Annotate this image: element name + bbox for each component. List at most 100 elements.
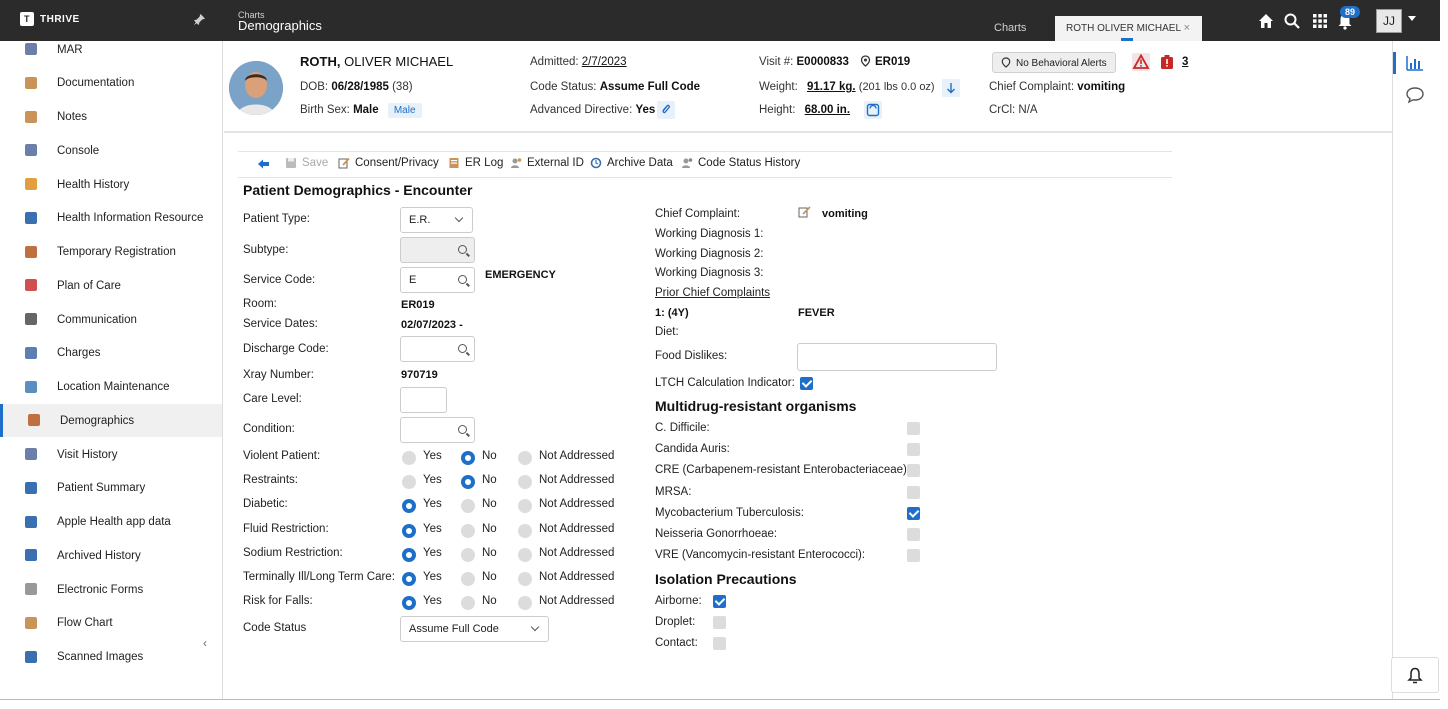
warning-icon[interactable] [1132,53,1150,71]
patient-first-names: OLIVER MICHAEL [344,54,454,69]
search-icon[interactable] [1283,12,1301,30]
radio-option-label: No [482,498,497,511]
sidebar-item-health-information-resource[interactable]: Health Information Resource [0,202,222,235]
diabetic-radio-yes[interactable] [402,499,416,514]
diabetic-radio-no[interactable] [461,499,475,514]
paperclip-icon[interactable] [657,101,675,119]
alert-count[interactable]: 3 [1182,56,1188,68]
sodium-restriction-radio-no[interactable] [461,547,475,562]
terminally-ill-long-term-care-radio-yes[interactable] [402,572,416,586]
sidebar-item-health-history[interactable]: Health History [0,168,222,201]
patient-type-select[interactable]: E.R. [400,207,473,233]
mdro-checkbox-mycobacterium-tuberculosis[interactable] [907,506,920,520]
sodium-restriction-radio-not-addressed[interactable] [518,547,532,562]
subtype-input[interactable] [400,237,475,263]
risk-for-falls-radio-yes[interactable] [402,596,416,611]
terminally-ill-long-term-care-radio-not-addressed[interactable] [518,572,532,586]
isolation-checkbox-droplet[interactable] [713,616,726,629]
restraints-radio-no[interactable] [461,475,475,490]
close-icon[interactable]: × [1184,22,1190,34]
sidebar-item-temporary-registration[interactable]: Temporary Registration [0,236,222,269]
fluid-restriction-radio-not-addressed[interactable] [518,523,532,538]
service-code-input[interactable]: E [400,267,475,293]
tab-charts[interactable]: Charts [994,22,1026,34]
edit-icon[interactable] [798,206,811,218]
height-value[interactable]: 68.00 in. [805,104,850,116]
behavioral-alerts-button[interactable]: No Behavioral Alerts [992,52,1116,73]
code-status-history-button[interactable]: Code Status History [681,157,800,169]
mdro-checkbox-cre-carbapenem-resistant-enterobacteriaceae[interactable] [907,464,920,478]
condition-input[interactable] [400,417,475,443]
prior-chief-complaints-link[interactable]: Prior Chief Complaints [655,287,770,299]
mdro-checkbox-c-difficile[interactable] [907,422,920,435]
code-status-select[interactable]: Assume Full Code [400,616,549,642]
patient-type-value: E.R. [409,214,431,226]
sidebar-item-visit-history[interactable]: Visit History [0,438,222,471]
terminally-ill-long-term-care-radio-no[interactable] [461,572,475,586]
sidebar-item-communication[interactable]: Communication [0,303,222,336]
sidebar-item-console[interactable]: Console [0,134,222,167]
violent-patient-radio-no[interactable] [461,451,475,465]
sidebar-item-flow-chart[interactable]: Flow Chart [0,607,222,640]
fluid-restriction-radio-no[interactable] [461,523,475,538]
mdro-label: Neisseria Gonorrhoeae: [655,528,778,540]
user-menu-chevron-icon[interactable] [1408,16,1416,21]
external-id-button[interactable]: External ID [510,157,584,169]
er-log-button[interactable]: ER Log [448,157,503,169]
sidebar-item-plan-of-care[interactable]: Plan of Care [0,269,222,302]
diabetic-radio-not-addressed[interactable] [518,499,532,514]
sodium-restriction-radio-yes[interactable] [402,547,416,562]
sidebar-item-archived-history[interactable]: Archived History [0,539,222,572]
tab-patient[interactable]: ROTH OLIVER MICHAEL × [1055,16,1202,41]
sidebar-item-location-maintenance[interactable]: Location Maintenance [0,371,222,404]
care-level-input[interactable] [400,387,447,413]
admitted-date[interactable]: 2/7/2023 [582,56,627,68]
archive-data-button[interactable]: Archive Data [590,157,673,169]
violent-patient-radio-yes[interactable] [402,451,416,465]
flow-chart-icon [25,616,37,629]
mdro-checkbox-candida-auris[interactable] [907,443,920,457]
sidebar-item-electronic-forms[interactable]: Electronic Forms [0,573,222,606]
isolation-checkbox-airborne[interactable] [713,595,726,608]
risk-for-falls-radio-no[interactable] [461,596,475,611]
pin-icon[interactable] [193,13,206,26]
apps-grid-icon[interactable] [1311,12,1329,30]
radio-option-label: Not Addressed [539,571,615,583]
sidebar-collapse-icon[interactable]: ‹ [203,636,207,650]
scale-icon[interactable] [864,101,882,119]
back-arrow-icon[interactable] [257,158,270,170]
food-dislikes-input[interactable] [797,343,997,371]
allergy-icon[interactable] [1160,54,1174,70]
sidebar-item-charges[interactable]: Charges [0,337,222,370]
mdro-checkbox-vre-vancomycin-resistant-enterococci[interactable] [907,549,920,563]
user-avatar[interactable]: JJ [1376,9,1402,33]
radio-option-label: Yes [423,546,442,559]
mdro-checkbox-mrsa[interactable] [907,485,920,499]
save-button[interactable]: Save [285,157,328,169]
sidebar-item-apple-health-app-data[interactable]: Apple Health app data [0,506,222,539]
sidebar-item-mar[interactable]: MAR [0,41,222,66]
ltch-checkbox[interactable] [800,377,813,390]
violent-patient-radio-not-addressed[interactable] [518,451,532,465]
sidebar-item-scanned-images[interactable]: Scanned Images [0,641,222,674]
sidebar-item-demographics[interactable]: Demographics [0,404,222,438]
analytics-icon[interactable] [1406,55,1424,71]
restraints-radio-not-addressed[interactable] [518,475,532,490]
arrow-down-icon[interactable] [942,79,960,97]
restraints-radio-yes[interactable] [402,475,416,490]
sidebar-item-notes[interactable]: Notes [0,101,222,134]
weight-value[interactable]: 91.17 kg. [807,81,856,93]
fluid-restriction-radio-yes[interactable] [402,523,416,538]
home-icon[interactable] [1257,12,1275,30]
brand-logo[interactable]: T THRIVE [20,12,80,26]
mdro-checkbox-neisseria-gonorrhoeae[interactable] [907,528,920,541]
chat-icon[interactable] [1405,86,1425,104]
discharge-code-input[interactable] [400,336,475,362]
consent-privacy-button[interactable]: Consent/Privacy [338,157,439,169]
alerts-panel-button[interactable] [1391,657,1439,693]
sidebar-item-documentation[interactable]: Documentation [0,67,222,100]
sidebar-item-patient-summary[interactable]: Patient Summary [0,472,222,505]
admitted-row: Admitted: 2/7/2023 [530,56,627,68]
isolation-checkbox-contact[interactable] [713,637,726,650]
risk-for-falls-radio-not-addressed[interactable] [518,596,532,611]
